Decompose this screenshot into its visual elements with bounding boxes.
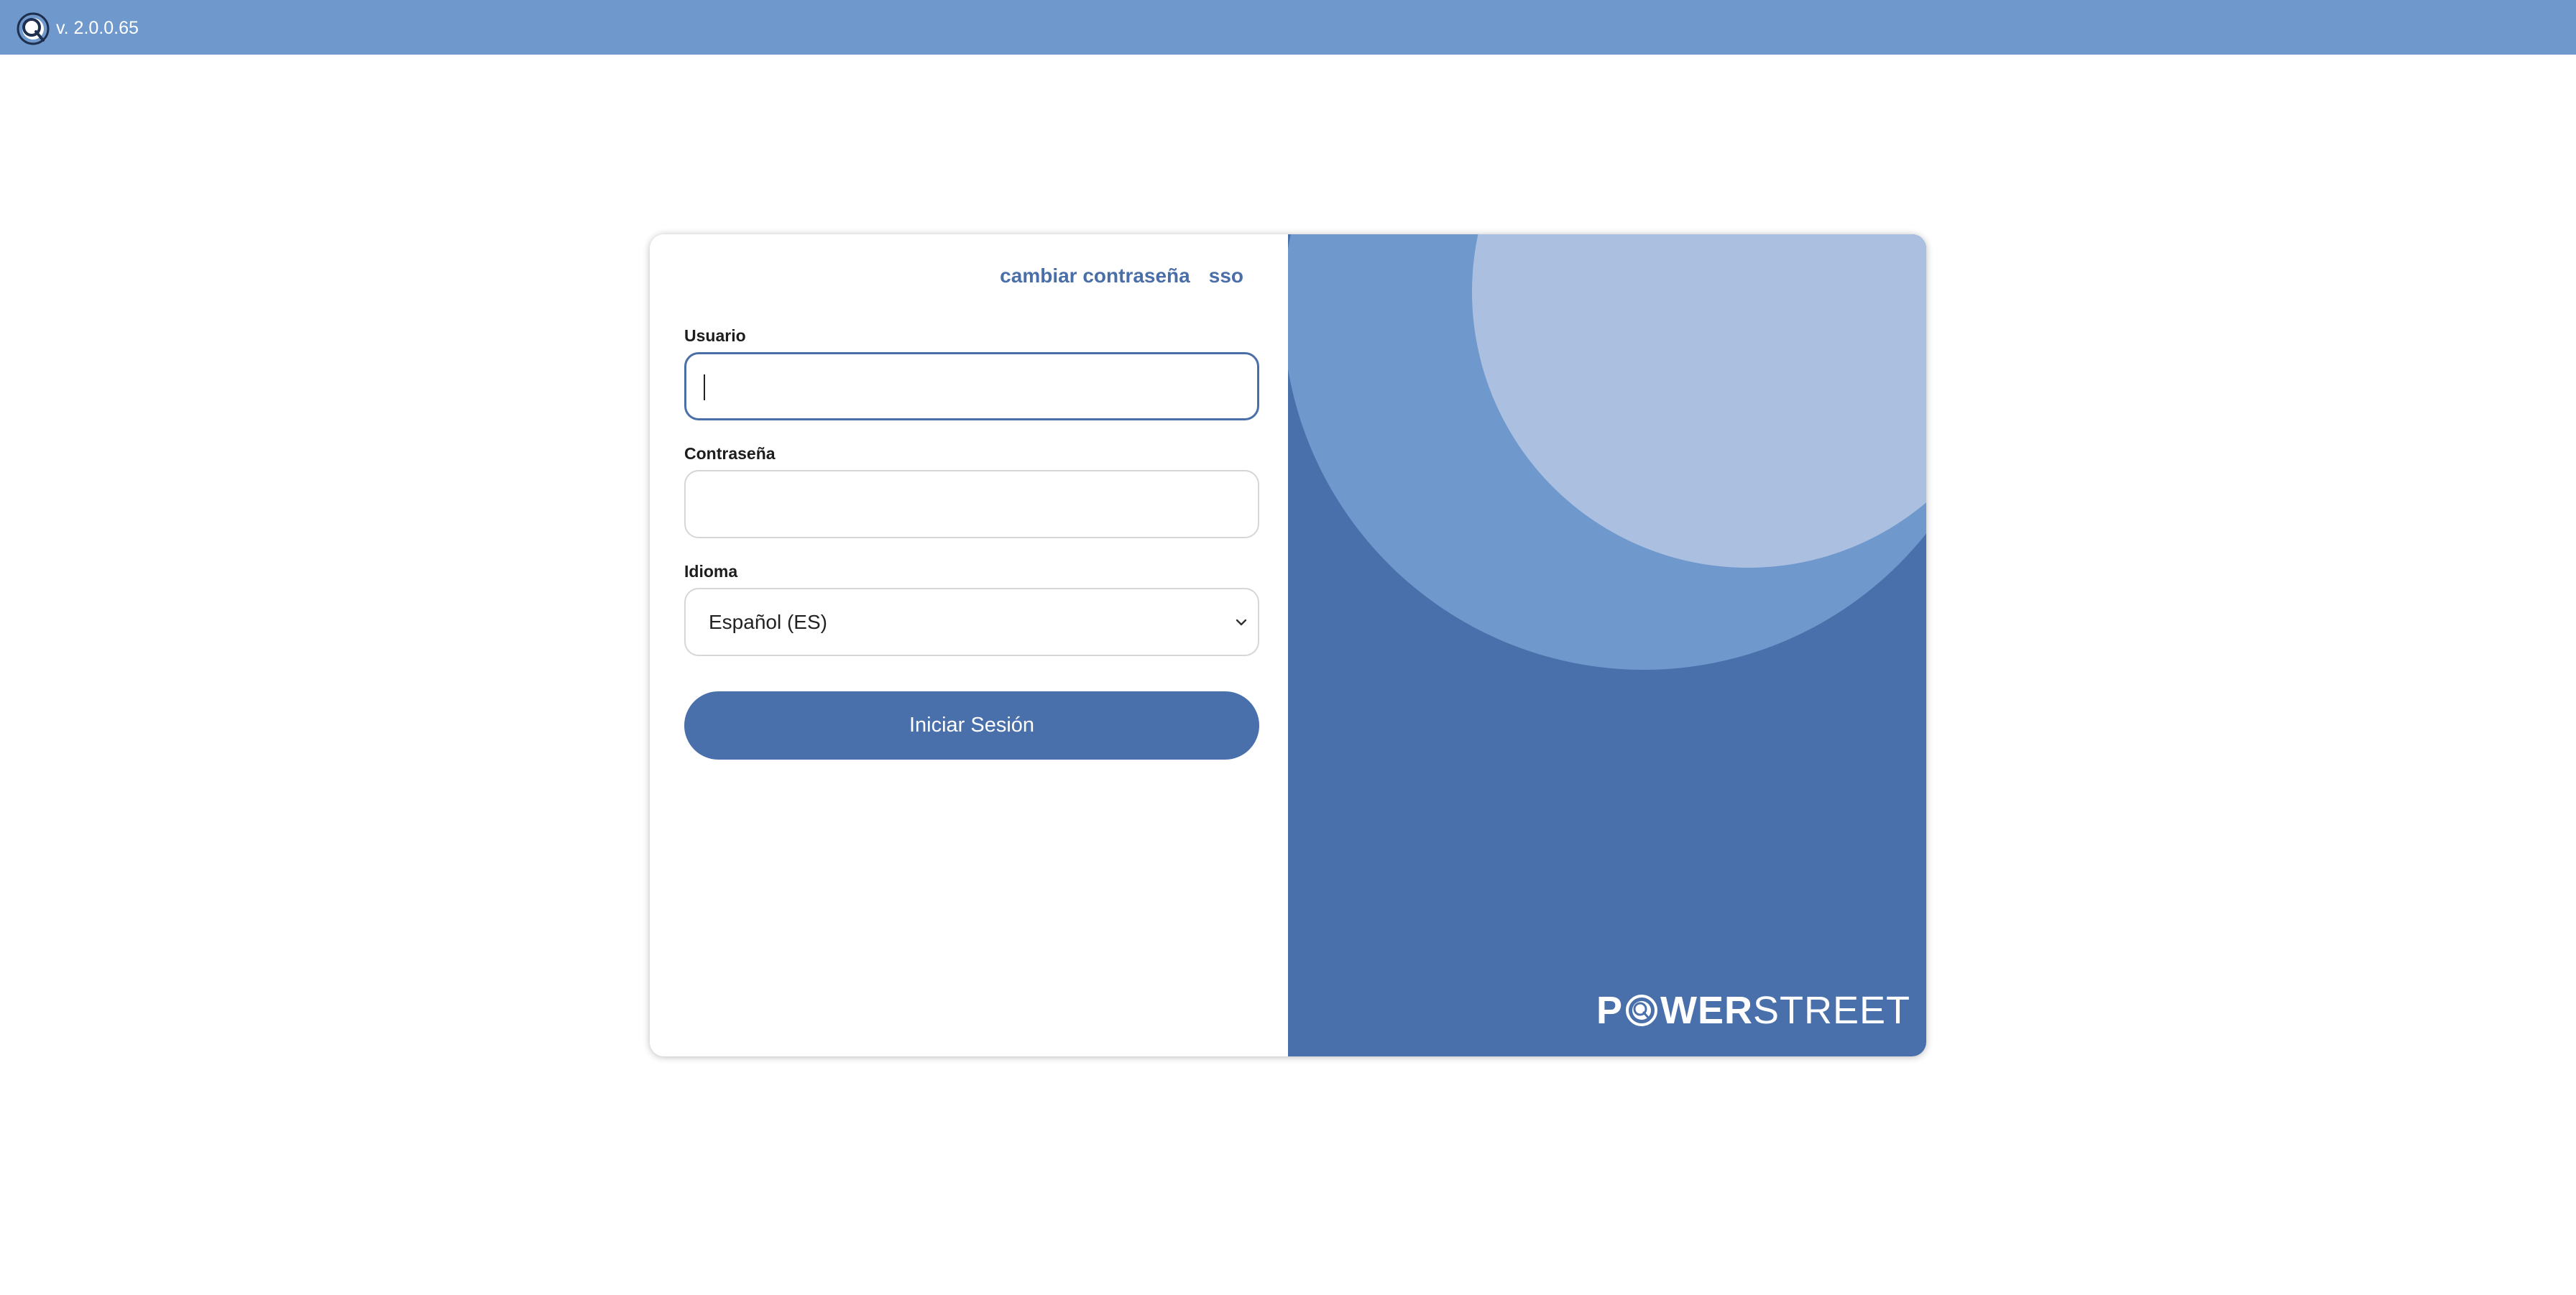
sso-link[interactable]: sso bbox=[1209, 264, 1243, 287]
language-selected-value: Español (ES) bbox=[709, 610, 827, 633]
chevron-down-icon bbox=[1236, 619, 1247, 625]
change-password-link[interactable]: cambiar contraseña bbox=[1000, 264, 1190, 287]
app-logo-icon bbox=[17, 12, 50, 45]
login-form: cambiar contraseña sso Usuario Contraseñ… bbox=[650, 234, 1288, 1056]
language-select[interactable]: Español (ES) bbox=[684, 588, 1259, 656]
username-input[interactable] bbox=[684, 352, 1259, 420]
brand-text-power-start: P bbox=[1596, 989, 1623, 1032]
login-card: cambiar contraseña sso Usuario Contraseñ… bbox=[650, 234, 1926, 1056]
powerstreet-logo: P WER STREET bbox=[1596, 989, 1910, 1032]
brand-text-power-end: WER bbox=[1660, 989, 1753, 1032]
password-label: Contraseña bbox=[684, 444, 776, 463]
text-caret bbox=[704, 374, 705, 400]
decorative-circles bbox=[1288, 234, 1926, 670]
top-bar: v. 2.0.0.65 bbox=[0, 0, 2576, 55]
username-label: Usuario bbox=[684, 326, 746, 345]
brand-text-street: STREET bbox=[1752, 989, 1910, 1032]
brand-art-panel: P WER STREET bbox=[1288, 234, 1926, 1056]
password-input[interactable] bbox=[684, 470, 1259, 538]
brand-o-icon bbox=[1625, 995, 1657, 1026]
language-label: Idioma bbox=[684, 562, 738, 581]
top-links: cambiar contraseña sso bbox=[1000, 264, 1243, 287]
login-button[interactable]: Iniciar Sesión bbox=[684, 691, 1259, 760]
version-label: v. 2.0.0.65 bbox=[56, 18, 139, 38]
